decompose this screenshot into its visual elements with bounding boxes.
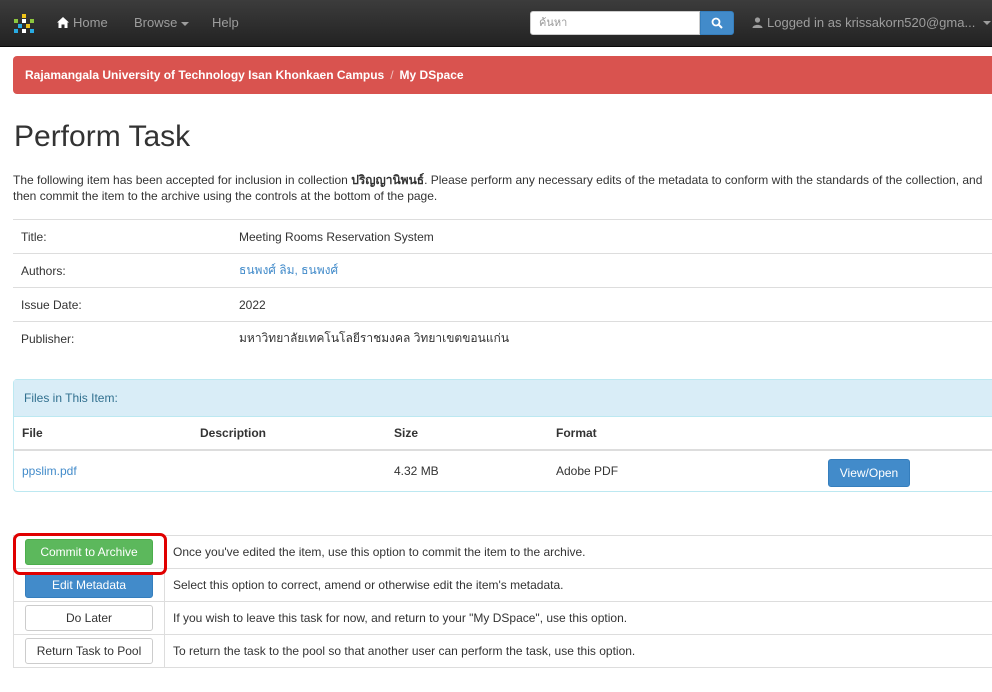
files-panel: Files in This Item: File Description Siz… <box>13 379 992 492</box>
author-link[interactable]: ธนพงศ์ ลิม, ธนพงศ์ <box>239 263 338 277</box>
user-menu-dropdown[interactable]: Logged in as krissakorn520@gma... <box>752 15 992 30</box>
page-title: Perform Task <box>14 120 191 153</box>
breadcrumb-separator: / <box>390 68 394 82</box>
view-open-button[interactable]: View/Open <box>828 459 910 487</box>
breadcrumb-current: My DSpace <box>399 68 464 82</box>
user-icon <box>752 17 763 28</box>
action-button-cell: Edit Metadata <box>13 568 165 602</box>
action-description: Once you've edited the item, use this op… <box>164 535 992 569</box>
file-row: ppslim.pdf 4.32 MB Adobe PDF View/Open <box>14 449 992 491</box>
metadata-row-publisher: Publisher: มหาวิทยาลัยเทคโนโลยีราชมงคล ว… <box>13 321 992 355</box>
breadcrumb-campus-link[interactable]: Rajamangala University of Technology Isa… <box>25 68 384 82</box>
file-description <box>192 449 386 491</box>
metadata-label: Issue Date: <box>13 287 231 322</box>
metadata-label: Title: <box>13 219 231 254</box>
metadata-table: Title: Meeting Rooms Reservation System … <box>13 219 992 355</box>
column-header-format: Format <box>548 417 820 451</box>
nav-help-label: Help <box>212 15 239 30</box>
action-row-later: Do Later If you wish to leave this task … <box>13 601 992 635</box>
action-row-edit: Edit Metadata Select this option to corr… <box>13 568 992 602</box>
metadata-row-issue-date: Issue Date: 2022 <box>13 287 992 322</box>
nav-help-link[interactable]: Help <box>212 15 239 30</box>
user-menu-label: Logged in as krissakorn520@gma... <box>767 15 976 30</box>
file-action-cell: View/Open <box>820 449 992 491</box>
action-row-return: Return Task to Pool To return the task t… <box>13 634 992 668</box>
return-task-to-pool-button[interactable]: Return Task to Pool <box>25 638 153 664</box>
metadata-value-cell: ธนพงศ์ ลิม, ธนพงศ์ <box>231 253 992 288</box>
column-header-action <box>820 417 992 451</box>
home-icon <box>57 17 69 28</box>
metadata-row-authors: Authors: ธนพงศ์ ลิม, ธนพงศ์ <box>13 253 992 288</box>
intro-text: The following item has been accepted for… <box>13 172 992 204</box>
collection-name: ปริญญานิพนธ์ <box>351 173 425 187</box>
nav-browse-dropdown[interactable]: Browse <box>134 15 190 30</box>
do-later-button[interactable]: Do Later <box>25 605 153 631</box>
file-size: 4.32 MB <box>386 449 548 491</box>
column-header-description: Description <box>192 417 386 451</box>
search-input[interactable] <box>530 11 700 35</box>
action-row-commit: Commit to Archive Once you've edited the… <box>13 535 992 569</box>
edit-metadata-button[interactable]: Edit Metadata <box>25 572 153 598</box>
file-name-cell: ppslim.pdf <box>14 449 192 491</box>
files-panel-heading: Files in This Item: <box>14 380 992 417</box>
breadcrumb: Rajamangala University of Technology Isa… <box>13 56 992 94</box>
action-description: To return the task to the pool so that a… <box>164 634 992 668</box>
task-actions-table: Commit to Archive Once you've edited the… <box>13 535 992 668</box>
chevron-down-icon <box>181 21 190 26</box>
files-table: File Description Size Format ppslim.pdf … <box>14 417 992 491</box>
search-icon <box>711 17 723 29</box>
metadata-value: มหาวิทยาลัยเทคโนโลยีราชมงคล วิทยาเขตขอนแ… <box>231 321 992 355</box>
metadata-row-title: Title: Meeting Rooms Reservation System <box>13 219 992 254</box>
nav-home-link[interactable]: Home <box>57 15 108 30</box>
metadata-value: Meeting Rooms Reservation System <box>231 219 992 254</box>
dspace-logo-icon[interactable] <box>13 13 35 35</box>
metadata-label: Publisher: <box>13 321 231 355</box>
action-button-cell: Return Task to Pool <box>13 634 165 668</box>
metadata-label: Authors: <box>13 253 231 288</box>
file-link[interactable]: ppslim.pdf <box>22 464 77 478</box>
nav-home-label: Home <box>73 15 108 30</box>
column-header-file: File <box>14 417 192 451</box>
search-button[interactable] <box>700 11 734 35</box>
column-header-size: Size <box>386 417 548 451</box>
file-format: Adobe PDF <box>548 449 820 491</box>
action-description: Select this option to correct, amend or … <box>164 568 992 602</box>
commit-to-archive-button[interactable]: Commit to Archive <box>25 539 153 565</box>
action-button-cell: Do Later <box>13 601 165 635</box>
action-description: If you wish to leave this task for now, … <box>164 601 992 635</box>
files-header-row: File Description Size Format <box>14 417 992 451</box>
metadata-value: 2022 <box>231 287 992 322</box>
chevron-down-icon <box>983 20 992 25</box>
nav-browse-label: Browse <box>134 15 178 30</box>
action-button-cell: Commit to Archive <box>13 535 165 569</box>
top-navbar: Home Browse Help Logged in as krissakorn… <box>0 0 992 47</box>
intro-prefix: The following item has been accepted for… <box>13 173 352 187</box>
